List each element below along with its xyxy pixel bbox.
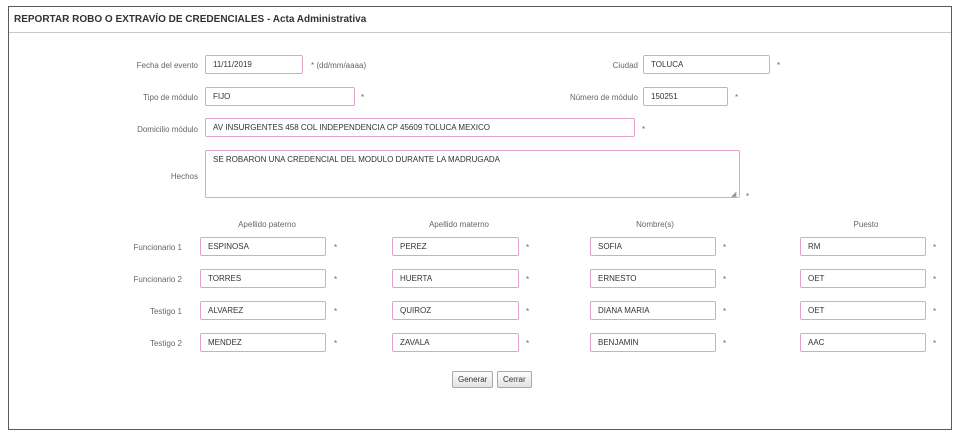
row-label-testigo-1: Testigo 1 <box>149 307 182 316</box>
row-label-testigo-2: Testigo 2 <box>149 339 182 348</box>
ciudad-input[interactable] <box>643 55 770 74</box>
testigo-1-puesto-input[interactable] <box>800 301 926 320</box>
tipo-modulo-label: Tipo de módulo <box>143 93 198 102</box>
required-mark: * <box>933 307 937 316</box>
required-mark: * <box>526 339 530 348</box>
fecha-label: Fecha del evento <box>136 61 198 70</box>
required-mark: * <box>334 275 338 284</box>
fecha-hint: * (dd/mm/aaaa) <box>311 61 367 70</box>
tipo-modulo-required-mark: * <box>361 93 365 102</box>
testigo-2-apellido-materno-input[interactable] <box>392 333 519 352</box>
required-mark: * <box>526 307 530 316</box>
required-mark: * <box>933 243 937 252</box>
column-header-puesto: Puesto <box>853 220 879 229</box>
numero-modulo-label: Número de módulo <box>569 93 638 102</box>
title-divider <box>9 32 951 33</box>
ciudad-label: Ciudad <box>612 61 638 70</box>
funcionario-2-puesto-input[interactable] <box>800 269 926 288</box>
testigo-1-apellido-materno-input[interactable] <box>392 301 519 320</box>
page-title: REPORTAR ROBO O EXTRAVÍO DE CREDENCIALES… <box>14 14 367 25</box>
column-header-nombres: Nombre(s) <box>636 220 674 229</box>
required-mark: * <box>723 243 727 252</box>
required-mark: * <box>334 339 338 348</box>
column-header-apellido-materno: Apellido materno <box>428 220 490 229</box>
testigo-1-apellido-paterno-input[interactable] <box>200 301 326 320</box>
required-mark: * <box>334 243 338 252</box>
funcionario-1-apellido-paterno-input[interactable] <box>200 237 326 256</box>
generate-button[interactable]: Generar <box>452 371 494 388</box>
required-mark: * <box>526 243 530 252</box>
funcionario-2-apellido-paterno-input[interactable] <box>200 269 326 288</box>
funcionario-2-nombres-input[interactable] <box>590 269 716 288</box>
domicilio-required-mark: * <box>642 125 646 134</box>
funcionario-1-puesto-input[interactable] <box>800 237 926 256</box>
testigo-2-nombres-input[interactable] <box>590 333 716 352</box>
domicilio-input[interactable] <box>205 118 635 137</box>
resize-grip-icon[interactable]: ◢ <box>731 190 736 198</box>
column-header-apellido-paterno: Apellido paterno <box>238 220 296 229</box>
required-mark: * <box>933 339 937 348</box>
row-label-funcionario-1: Funcionario 1 <box>133 243 182 252</box>
required-mark: * <box>933 275 937 284</box>
hechos-label: Hechos <box>170 172 198 181</box>
required-mark: * <box>334 307 338 316</box>
hechos-textarea[interactable]: SE ROBARON UNA CREDENCIAL DEL MODULO DUR… <box>205 150 740 198</box>
numero-modulo-required-mark: * <box>735 93 739 102</box>
funcionario-1-nombres-input[interactable] <box>590 237 716 256</box>
testigo-2-apellido-paterno-input[interactable] <box>200 333 326 352</box>
required-mark: * <box>526 275 530 284</box>
required-mark: * <box>723 307 727 316</box>
tipo-modulo-input[interactable] <box>205 87 355 106</box>
row-label-funcionario-2: Funcionario 2 <box>133 275 182 284</box>
hechos-required-mark: * <box>746 192 750 201</box>
funcionario-2-apellido-materno-input[interactable] <box>392 269 519 288</box>
numero-modulo-input[interactable] <box>643 87 728 106</box>
funcionario-1-apellido-materno-input[interactable] <box>392 237 519 256</box>
ciudad-required-mark: * <box>777 61 781 70</box>
testigo-1-nombres-input[interactable] <box>590 301 716 320</box>
close-button[interactable]: Cerrar <box>497 371 532 388</box>
testigo-2-puesto-input[interactable] <box>800 333 926 352</box>
fecha-input[interactable] <box>205 55 303 74</box>
required-mark: * <box>723 339 727 348</box>
required-mark: * <box>723 275 727 284</box>
domicilio-label: Domicilio módulo <box>137 125 198 134</box>
